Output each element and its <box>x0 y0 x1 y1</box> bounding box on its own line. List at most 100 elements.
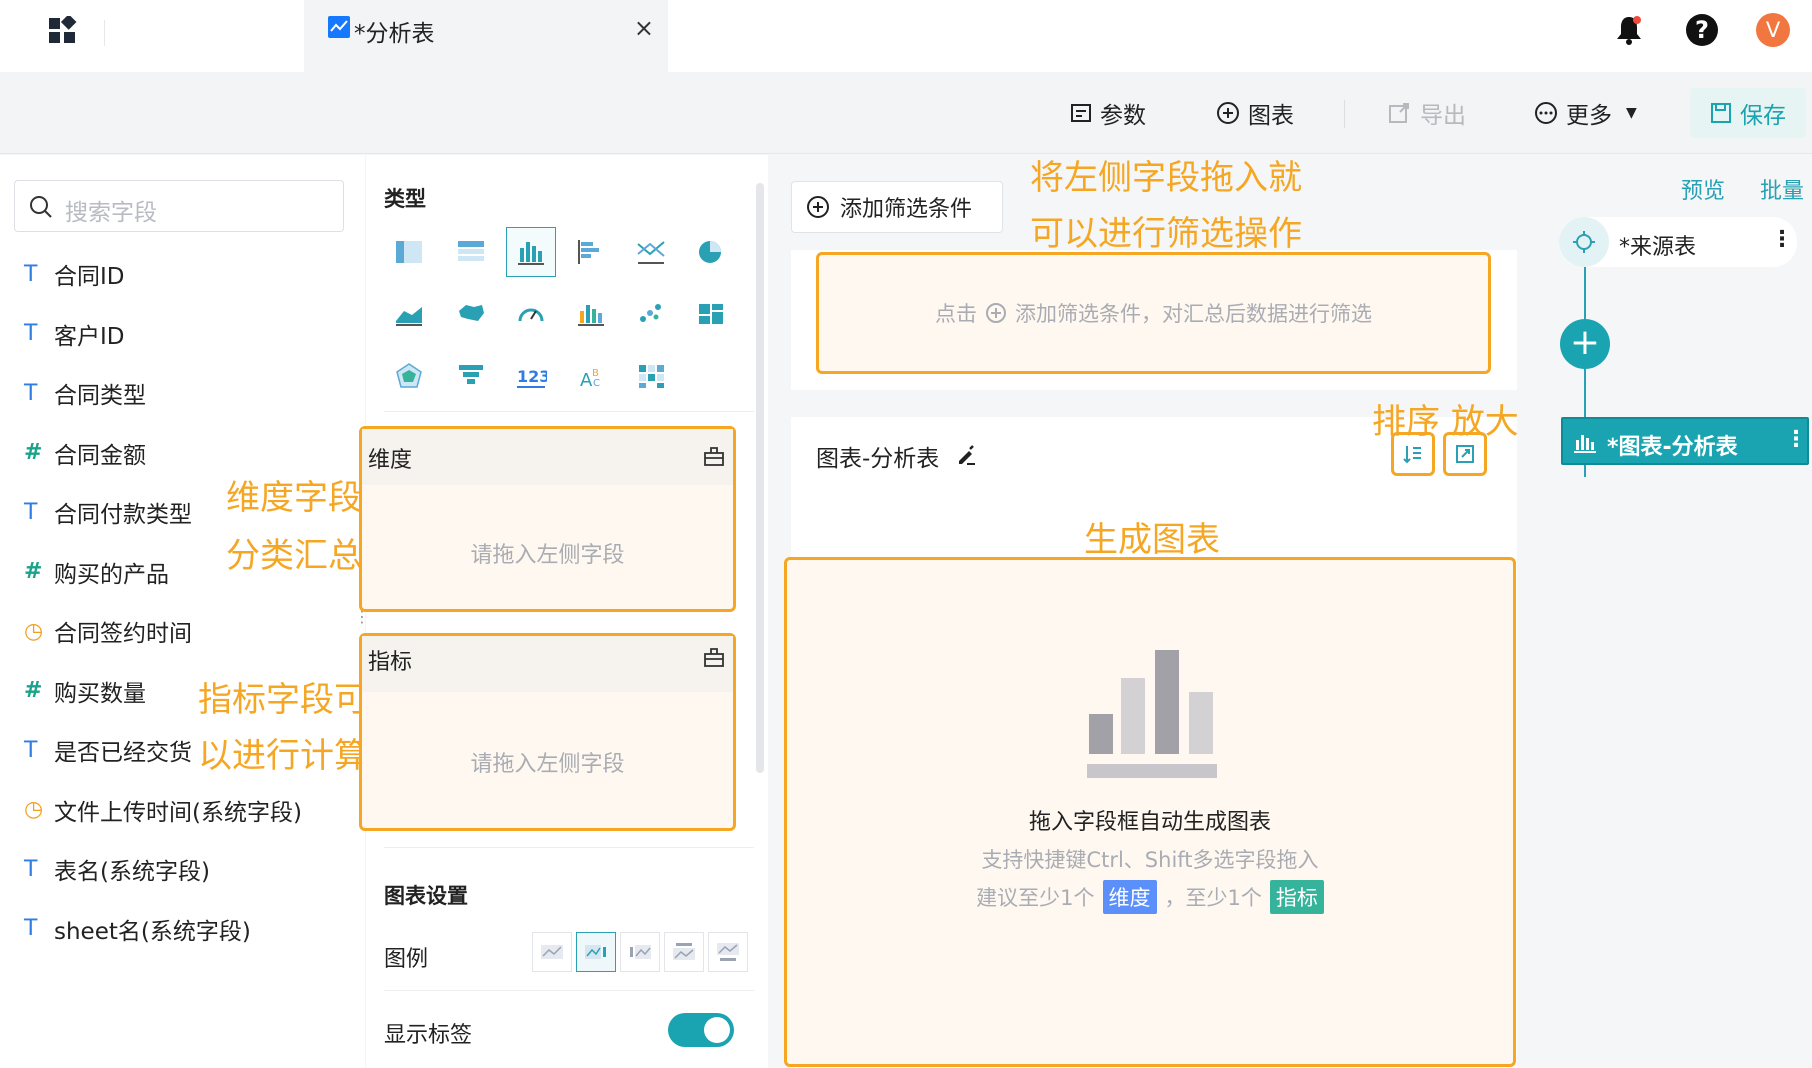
svg-text:123: 123 <box>517 367 547 386</box>
section-divider <box>384 990 754 991</box>
legend-none-option[interactable] <box>532 932 572 972</box>
expand-icon <box>1456 445 1474 463</box>
search-input[interactable]: 搜索字段 <box>14 180 344 232</box>
batch-link[interactable]: 批量 <box>1760 173 1804 205</box>
legend-top-option[interactable] <box>664 932 704 972</box>
scatter-chart-icon[interactable] <box>626 289 676 339</box>
table-chart-icon[interactable] <box>384 227 434 277</box>
chart-label: 图表 <box>1248 103 1294 129</box>
export-button[interactable]: 导出 <box>1388 96 1466 130</box>
field-item[interactable]: T 合同付款类型 <box>24 495 192 529</box>
text-type-icon: T <box>24 321 38 346</box>
dimension-dropzone[interactable]: 维度 请拖入左侧字段 <box>359 426 736 612</box>
chart-node[interactable]: *图表-分析表 ⋮ <box>1561 417 1809 465</box>
clear-icon[interactable] <box>703 646 725 668</box>
field-name: 合同付款类型 <box>54 502 192 528</box>
field-item[interactable]: ◷ 文件上传时间(系统字段) <box>24 793 302 827</box>
legend-left-option[interactable] <box>620 932 660 972</box>
field-item[interactable]: Tsheet名(系统字段) <box>24 912 251 946</box>
plus-circle-icon <box>986 303 1006 323</box>
tab-analysis-table[interactable]: *分析表 × <box>304 0 668 72</box>
field-item[interactable]: # 合同金额 <box>24 436 146 470</box>
more-button[interactable]: 更多 ▼ <box>1534 96 1637 130</box>
caret-down-icon: ▼ <box>1626 105 1637 121</box>
field-item[interactable]: T 合同类型 <box>24 376 146 410</box>
number-type-icon: # <box>24 440 43 465</box>
chart-dropzone[interactable]: 拖入字段框自动生成图表 支持快捷键Ctrl、Shift多选字段拖入 建议至少1个… <box>784 557 1516 1067</box>
more-vertical-icon[interactable]: ⋮ <box>1785 427 1807 452</box>
horizontal-bar-icon[interactable] <box>566 227 616 277</box>
radar-chart-icon[interactable] <box>384 351 434 401</box>
add-filter-button[interactable]: 添加筛选条件 <box>791 181 1003 233</box>
filter-dropzone[interactable]: 点击 添加筛选条件，对汇总后数据进行筛选 <box>816 252 1491 374</box>
field-item[interactable]: T 表名(系统字段) <box>24 852 210 886</box>
metric-dropzone[interactable]: 指标 请拖入左侧字段 <box>359 633 736 831</box>
add-chart-button[interactable]: 图表 <box>1216 96 1294 130</box>
toolbar: 参数 图表 导出 更多 ▼ 保存 <box>0 72 1812 154</box>
field-item[interactable]: ◷ 合同签约时间 <box>24 614 192 648</box>
save-button[interactable]: 保存 <box>1690 88 1806 138</box>
stacked-bar-icon[interactable] <box>566 289 616 339</box>
show-label-text: 显示标签 <box>384 1023 473 1048</box>
gauge-chart-icon[interactable] <box>506 289 556 339</box>
word-cloud-icon[interactable]: ABC <box>566 351 616 401</box>
divider <box>104 20 105 46</box>
dashboard-chart-icon[interactable] <box>686 289 736 339</box>
funnel-chart-icon[interactable] <box>446 351 496 401</box>
panel-scrollbar[interactable] <box>756 183 764 773</box>
field-item[interactable]: # 购买的产品 <box>24 555 169 589</box>
empty-hint-b: ，至少1个 <box>1164 886 1262 910</box>
top-bar: *分析表 × ? V <box>0 0 1812 72</box>
show-label-toggle[interactable] <box>668 1013 734 1047</box>
help-icon[interactable]: ? <box>1686 14 1718 46</box>
preview-link[interactable]: 预览 <box>1681 173 1725 205</box>
clear-icon[interactable] <box>703 445 725 467</box>
bar-chart-icon[interactable] <box>506 227 556 277</box>
area-chart-icon[interactable] <box>384 289 434 339</box>
avatar[interactable]: V <box>1756 13 1790 47</box>
number-card-icon[interactable]: 123 <box>506 351 556 401</box>
close-icon[interactable]: × <box>634 14 654 42</box>
empty-chart-icon <box>1087 650 1217 778</box>
section-divider <box>384 411 754 412</box>
add-node-button[interactable]: + <box>1560 319 1610 369</box>
annotation-filter-1: 将左侧字段拖入就 <box>1030 158 1302 198</box>
annotation-filter-2: 可以进行筛选操作 <box>1030 214 1302 254</box>
legend-bottom-option[interactable] <box>708 932 748 972</box>
empty-hint-a: 建议至少1个 <box>976 886 1095 910</box>
empty-hint: 建议至少1个 维度 ，至少1个 指标 <box>787 880 1513 914</box>
field-item[interactable]: T 客户ID <box>24 317 125 351</box>
metric-label: 指标 <box>368 650 413 675</box>
chart-settings-title: 图表设置 <box>384 884 468 908</box>
metric-placeholder: 请拖入左侧字段 <box>470 752 625 777</box>
bell-icon[interactable] <box>1614 14 1644 50</box>
legend-right-option[interactable] <box>576 932 616 972</box>
line-chart-icon <box>328 16 350 38</box>
apps-grid-icon[interactable] <box>48 14 78 46</box>
pie-chart-icon[interactable] <box>686 227 736 277</box>
combo-chart-icon[interactable] <box>626 227 676 277</box>
map-chart-icon[interactable] <box>446 289 496 339</box>
pivot-table-icon[interactable] <box>446 227 496 277</box>
field-item[interactable]: T 是否已经交货 <box>24 733 192 767</box>
params-button[interactable]: 参数 <box>1070 96 1146 130</box>
dimension-tag: 维度 <box>1102 880 1157 914</box>
add-filter-label: 添加筛选条件 <box>840 197 973 222</box>
field-item[interactable]: # 购买数量 <box>24 674 146 708</box>
field-name: 购买的产品 <box>54 561 169 588</box>
edit-icon[interactable] <box>955 443 979 467</box>
field-name: 购买数量 <box>54 680 146 707</box>
field-name: 合同类型 <box>54 383 146 409</box>
heatmap-chart-icon[interactable] <box>626 351 676 401</box>
field-item[interactable]: T 合同ID <box>24 257 125 291</box>
source-node[interactable]: *来源表 ⋮ <box>1559 217 1797 267</box>
save-icon <box>1711 103 1731 123</box>
more-vertical-icon[interactable]: ⋮ <box>1771 227 1793 252</box>
plus-circle-icon <box>807 196 829 218</box>
chart-node-label: *图表-分析表 <box>1607 435 1738 460</box>
metric-tag: 指标 <box>1269 880 1324 914</box>
sort-icon <box>1403 446 1421 464</box>
more-label: 更多 <box>1566 103 1612 129</box>
text-type-icon: T <box>24 261 38 287</box>
text-type-icon: T <box>24 916 38 941</box>
